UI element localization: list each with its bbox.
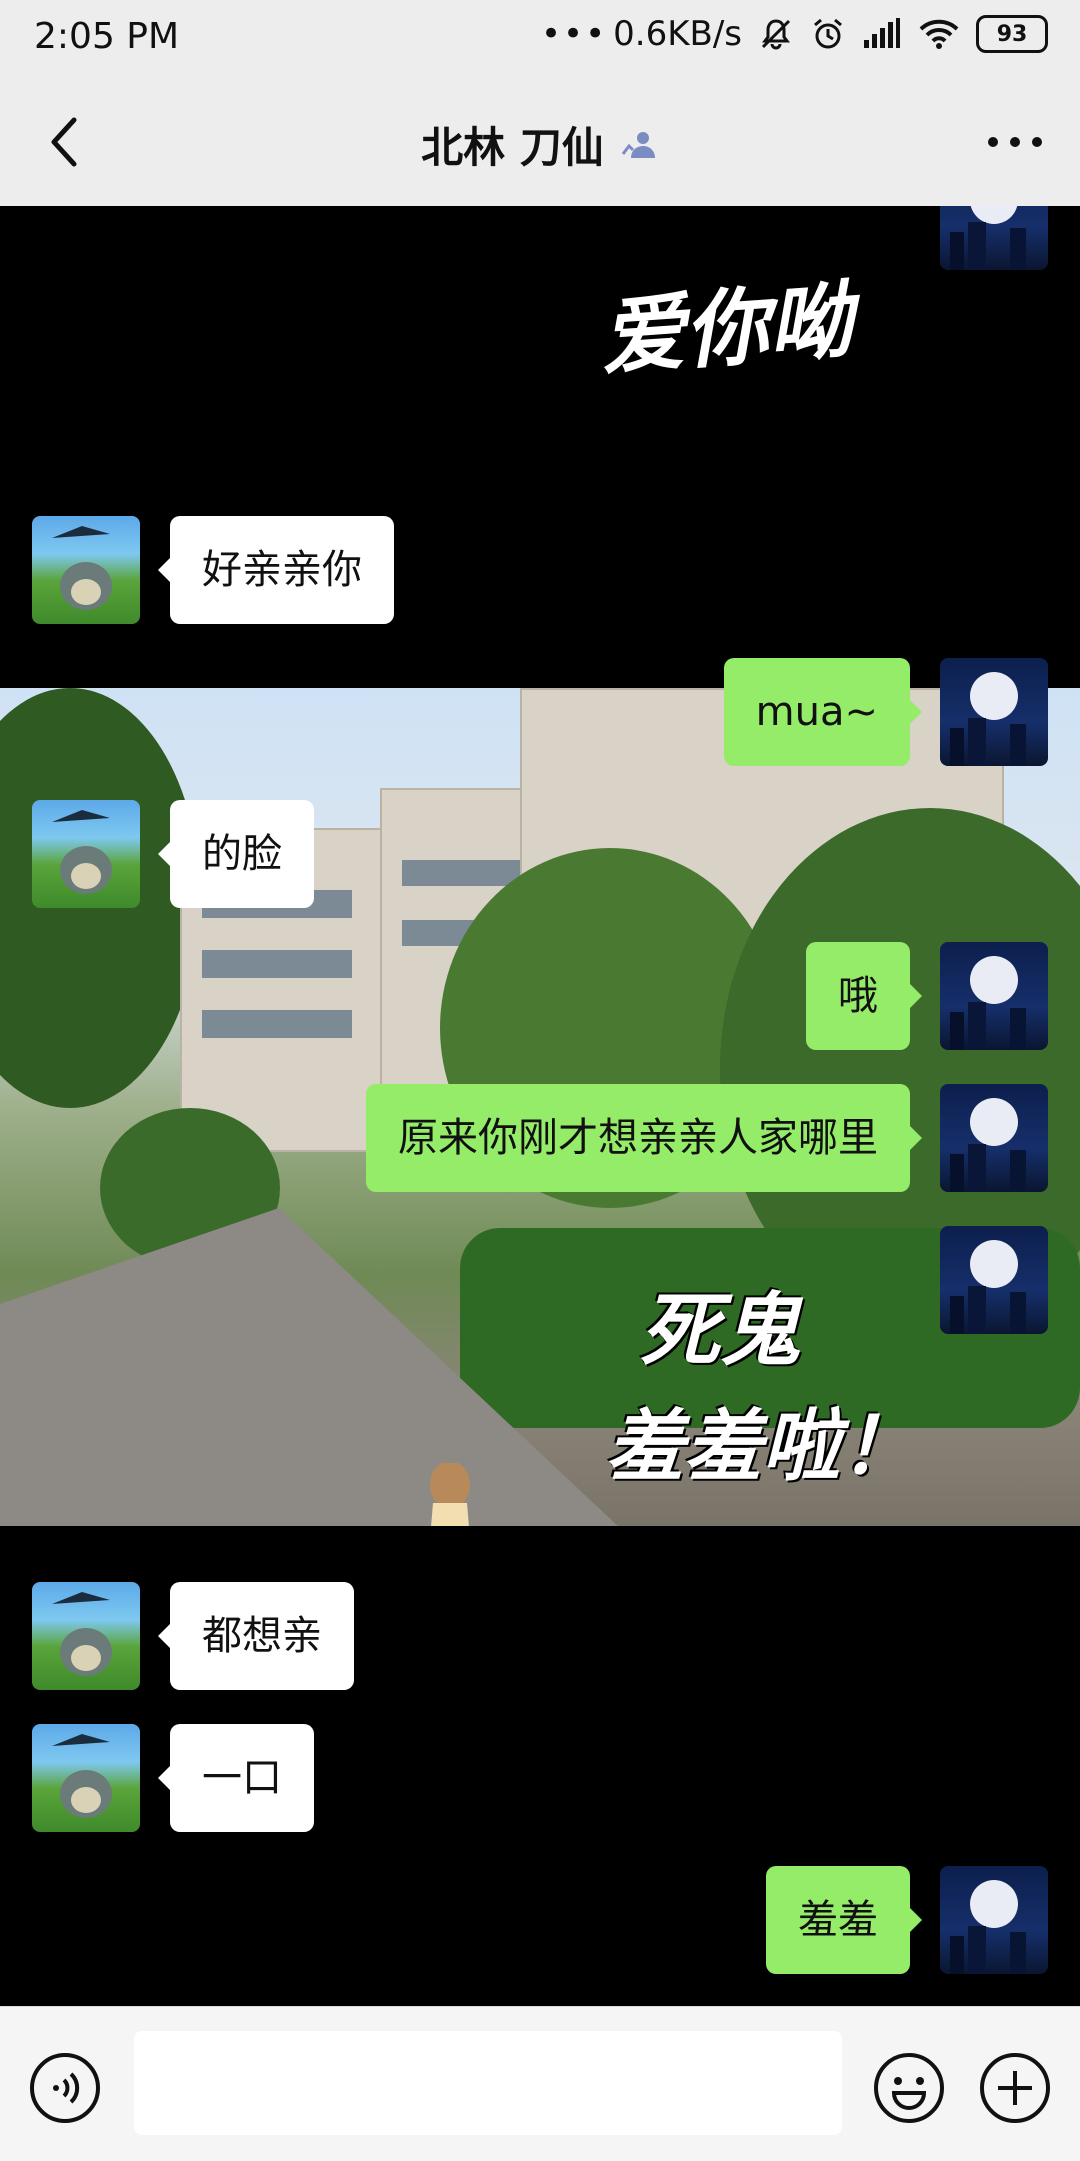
totoro-avatar[interactable]	[32, 516, 140, 624]
moon-avatar[interactable]	[940, 1084, 1048, 1192]
caption-shy: 羞羞啦！	[606, 1401, 919, 1492]
moon-avatar[interactable]	[940, 206, 1048, 270]
status-bar: 2:05 PM ••• 0.6KB/s 93	[0, 0, 1080, 78]
caption-love-you: 爱你呦	[597, 270, 856, 387]
moon-avatar[interactable]	[940, 1226, 1048, 1334]
message-bubble[interactable]: mua~	[723, 658, 923, 766]
chat-header: 北林 刀仙	[0, 78, 1080, 207]
voice-button[interactable]	[28, 2051, 102, 2125]
more-functions-button[interactable]	[978, 2051, 1052, 2125]
totoro-avatar[interactable]	[32, 1724, 140, 1832]
more-dots-icon	[988, 137, 1042, 147]
moon-avatar[interactable]	[940, 942, 1048, 1050]
message-text: 的脸	[202, 831, 282, 877]
contact-verify-icon	[621, 131, 655, 158]
message-bubble[interactable]: 一口	[158, 1724, 314, 1832]
chat-title: 北林 刀仙	[421, 123, 604, 172]
message-text: 原来你刚才想亲亲人家哪里	[398, 1115, 878, 1161]
network-speed: 0.6KB/s	[613, 14, 742, 54]
emoji-button[interactable]	[872, 2051, 946, 2125]
totoro-avatar[interactable]	[32, 1582, 140, 1690]
status-time: 2:05 PM	[34, 16, 180, 57]
message-text: 好亲亲你	[202, 547, 362, 593]
battery-icon: 93	[976, 15, 1048, 53]
message-input[interactable]	[134, 2031, 842, 2135]
message-bubble[interactable]: 好亲亲你	[158, 516, 394, 624]
input-bar	[0, 2006, 1080, 2161]
voice-icon	[30, 2053, 100, 2123]
emoji-icon	[874, 2053, 944, 2123]
alarm-icon	[810, 16, 846, 52]
signal-icon	[862, 18, 902, 50]
more-button[interactable]	[980, 112, 1050, 172]
message-text: 一口	[202, 1755, 282, 1801]
moon-avatar[interactable]	[940, 1866, 1048, 1974]
message-text: 羞羞	[798, 1897, 878, 1943]
message-bubble[interactable]: 羞羞	[766, 1866, 922, 1974]
wifi-icon	[918, 18, 960, 50]
battery-level: 93	[996, 21, 1028, 47]
message-text: 都想亲	[202, 1613, 322, 1659]
message-text: mua~	[755, 689, 878, 735]
message-bubble[interactable]: 哦	[806, 942, 922, 1050]
message-bubble[interactable]: 都想亲	[158, 1582, 354, 1690]
girl-figure	[430, 1463, 470, 1526]
title-wrap: 北林 刀仙	[0, 114, 1080, 175]
status-icons: ••• 0.6KB/s 93	[541, 14, 1048, 54]
message-bubble[interactable]: 的脸	[158, 800, 314, 908]
plus-icon	[980, 2053, 1050, 2123]
silent-bell-icon	[758, 16, 794, 52]
moon-avatar[interactable]	[940, 658, 1048, 766]
message-text: 哦	[838, 973, 878, 1019]
caption-dead-ghost: 死鬼	[640, 1283, 800, 1377]
message-bubble[interactable]: 原来你刚才想亲亲人家哪里	[366, 1084, 922, 1192]
more-dots-icon: •••	[540, 14, 608, 54]
chat-area[interactable]: 爱你呦 死鬼 羞羞啦！ 好亲亲你 mua~ 的脸 哦 原来你刚才想亲亲人家哪里 …	[0, 206, 1080, 2006]
totoro-avatar[interactable]	[32, 800, 140, 908]
